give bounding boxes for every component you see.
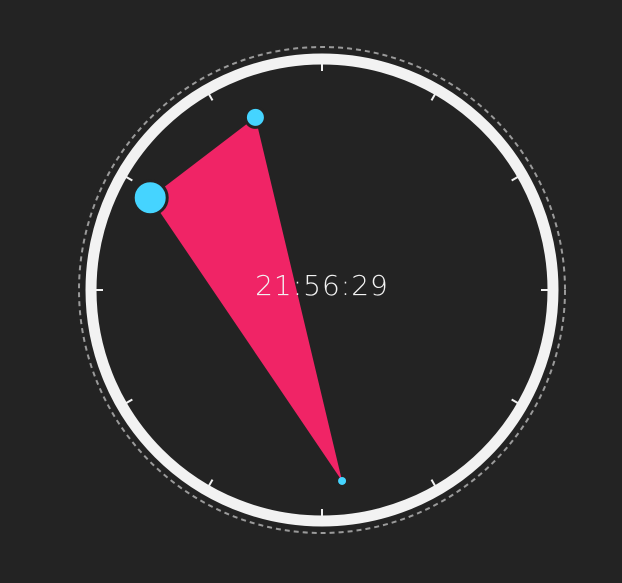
tick-mark (208, 93, 214, 101)
tick-mark (511, 176, 519, 182)
hour-hand-dot (131, 179, 169, 217)
tick-mark (208, 479, 214, 487)
tick-mark (430, 479, 436, 487)
digital-time: 21:56:29 (255, 269, 389, 302)
tick-mark (125, 176, 133, 182)
tick-mark (125, 398, 133, 404)
tick-mark (430, 93, 436, 101)
minute-hand-dot (243, 105, 267, 129)
second-hand-dot (338, 476, 347, 485)
tick-mark (511, 398, 519, 404)
clock-widget: 21:56:29 (0, 0, 622, 583)
